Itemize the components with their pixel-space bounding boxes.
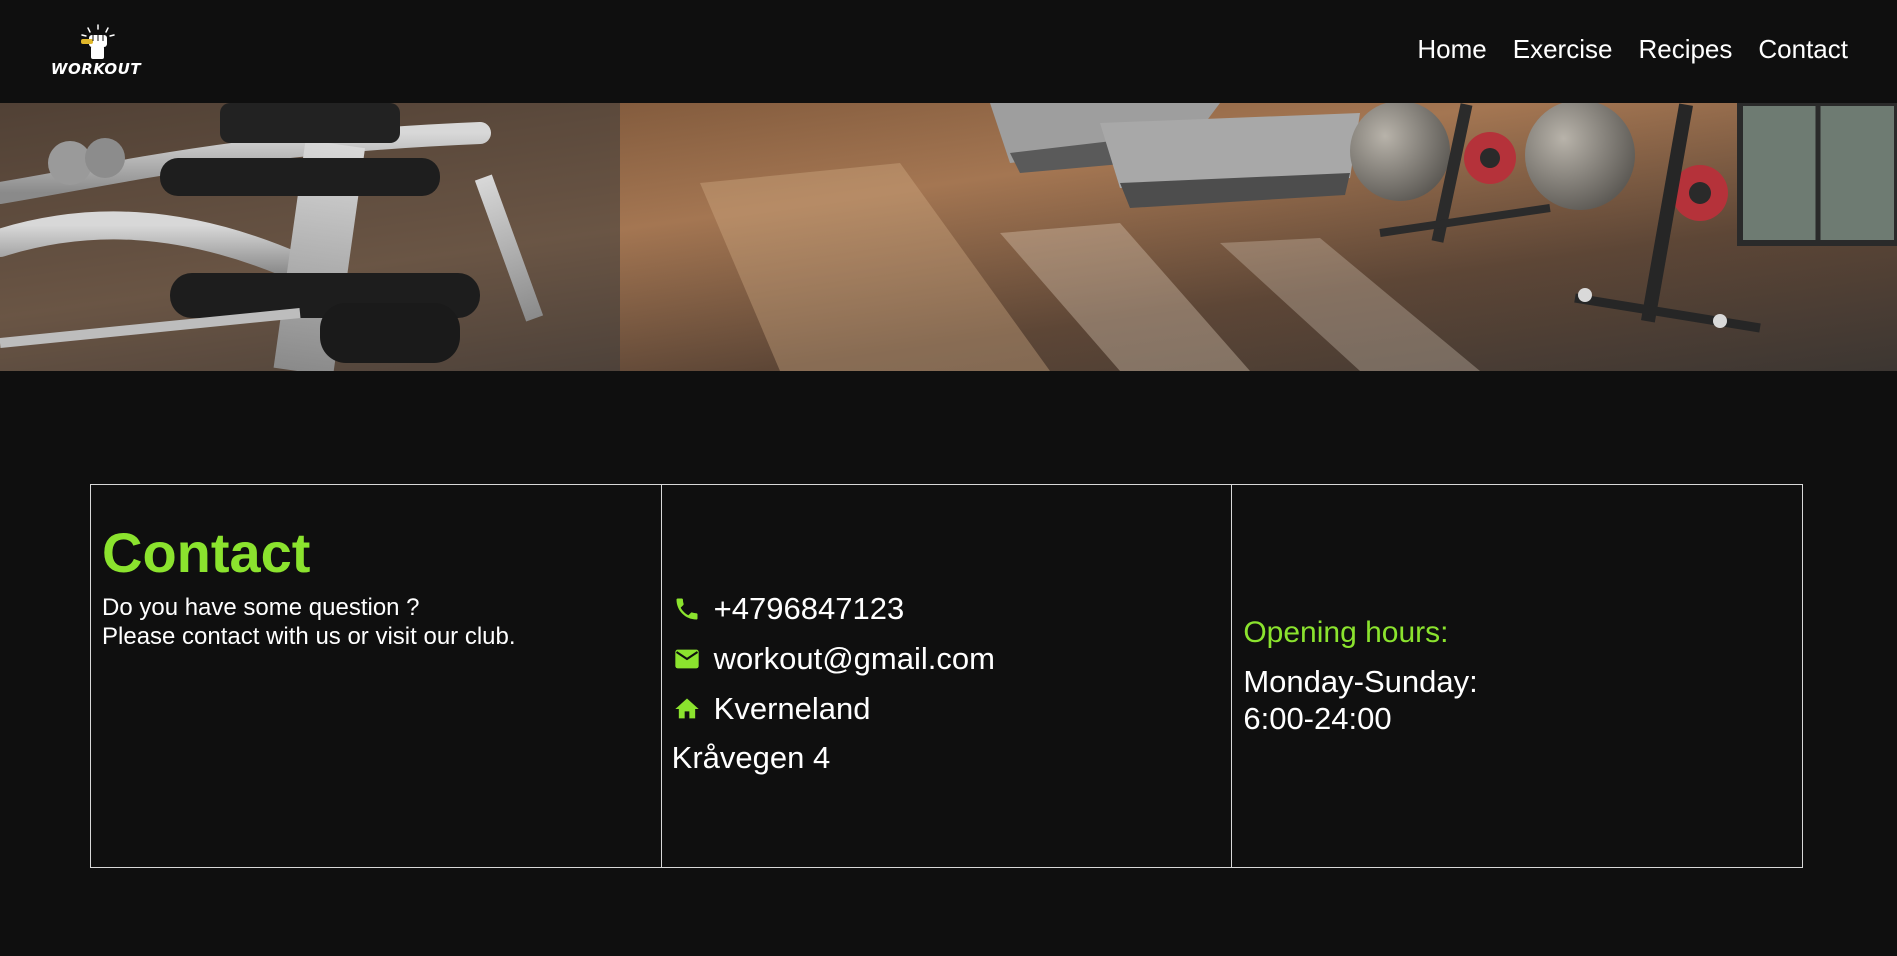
email-address[interactable]: workout@gmail.com — [714, 641, 995, 677]
contact-section: Contact Do you have some question ? Plea… — [90, 484, 1803, 868]
logo-text: WORKOUT — [50, 60, 142, 78]
contact-intro-column: Contact Do you have some question ? Plea… — [91, 485, 661, 867]
nav-exercise[interactable]: Exercise — [1513, 33, 1613, 65]
email-row[interactable]: workout@gmail.com — [672, 634, 995, 684]
opening-hours-title: Opening hours: — [1243, 616, 1449, 649]
home-icon — [672, 694, 702, 724]
contact-description: Do you have some question ? Please conta… — [102, 593, 516, 651]
phone-icon — [672, 594, 702, 624]
address-row: Kverneland — [672, 684, 995, 734]
opening-hours-text: Monday-Sunday: 6:00-24:00 — [1243, 663, 1477, 737]
site-header: WORKOUT Home Exercise Recipes Contact — [0, 0, 1897, 103]
contact-invite: Please contact with us or visit our club… — [102, 623, 516, 650]
contact-title: Contact — [102, 521, 311, 584]
raised-fist-icon — [81, 24, 115, 59]
contact-question: Do you have some question ? — [102, 594, 420, 621]
address-line2: Kråvegen 4 — [671, 740, 831, 775]
opening-days: Monday-Sunday: — [1243, 664, 1478, 699]
phone-number[interactable]: +4796847123 — [714, 591, 905, 627]
phone-row[interactable]: +4796847123 — [672, 584, 995, 634]
main-nav: Home Exercise Recipes Contact — [1417, 33, 1848, 65]
opening-time: 6:00-24:00 — [1243, 701, 1392, 736]
nav-recipes[interactable]: Recipes — [1638, 33, 1732, 65]
nav-home[interactable]: Home — [1417, 33, 1486, 65]
contact-info-list: +4796847123 workout@gmail.com Kverneland… — [672, 584, 995, 782]
address-line1: Kverneland — [713, 691, 871, 726]
nav-contact[interactable]: Contact — [1758, 33, 1848, 65]
site-logo[interactable]: WORKOUT — [44, 24, 148, 80]
mail-icon — [672, 644, 702, 674]
opening-hours-column: Opening hours: Monday-Sunday: 6:00-24:00 — [1231, 485, 1802, 867]
contact-details-column: +4796847123 workout@gmail.com Kverneland… — [660, 485, 1232, 867]
hero-gym-image — [0, 103, 1897, 371]
gym-illustration — [0, 103, 1897, 371]
